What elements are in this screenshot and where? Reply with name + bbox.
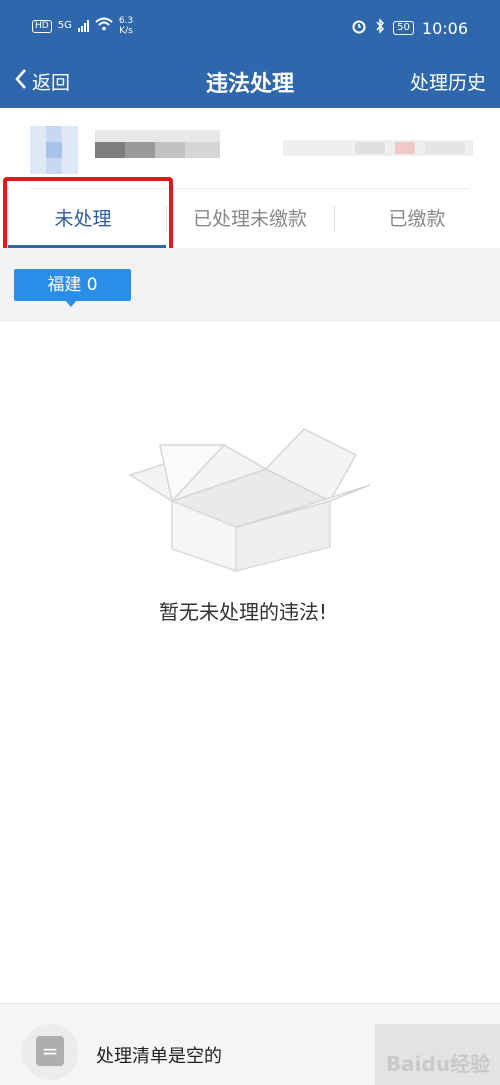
status-left: HD 5G 6.3 K/s bbox=[32, 16, 133, 36]
empty-box-icon bbox=[128, 428, 371, 573]
region-filter-chip[interactable]: 福建 0 bbox=[14, 269, 131, 301]
avatar-detail bbox=[46, 142, 62, 158]
nav-bar: 返回 违法处理 处理历史 bbox=[0, 56, 500, 108]
wifi-icon bbox=[95, 17, 113, 35]
list-icon: = bbox=[36, 1036, 64, 1066]
process-list-status: 处理清单是空的 bbox=[96, 1046, 222, 1067]
chip-pointer bbox=[65, 300, 77, 307]
bottom-bar: = 处理清单是空的 Baidu经验 bbox=[0, 1003, 500, 1085]
network-type: 5G bbox=[57, 20, 72, 31]
hd-badge: HD bbox=[32, 19, 52, 33]
status-bar: HD 5G 6.3 K/s 50 10:06 bbox=[0, 0, 500, 56]
submit-button[interactable]: Baidu经验 bbox=[375, 1024, 500, 1085]
tab-processed-unpaid[interactable]: 已处理未缴款 bbox=[166, 190, 334, 248]
process-list-button[interactable]: = bbox=[22, 1024, 78, 1080]
network-speed: 6.3 K/s bbox=[118, 16, 134, 36]
signal-icon bbox=[77, 20, 89, 32]
watermark: Baidu经验 bbox=[385, 1052, 490, 1076]
history-button[interactable]: 处理历史 bbox=[410, 68, 486, 95]
pixelated-text bbox=[95, 130, 473, 158]
empty-state-message: 暂无未处理的违法! bbox=[158, 600, 328, 624]
alarm-icon bbox=[351, 18, 367, 38]
status-right: 50 10:06 bbox=[351, 18, 468, 38]
clock: 10:06 bbox=[421, 18, 468, 38]
battery-icon: 50 bbox=[393, 21, 414, 35]
tab-paid[interactable]: 已缴款 bbox=[334, 190, 500, 248]
bluetooth-icon bbox=[375, 18, 385, 38]
